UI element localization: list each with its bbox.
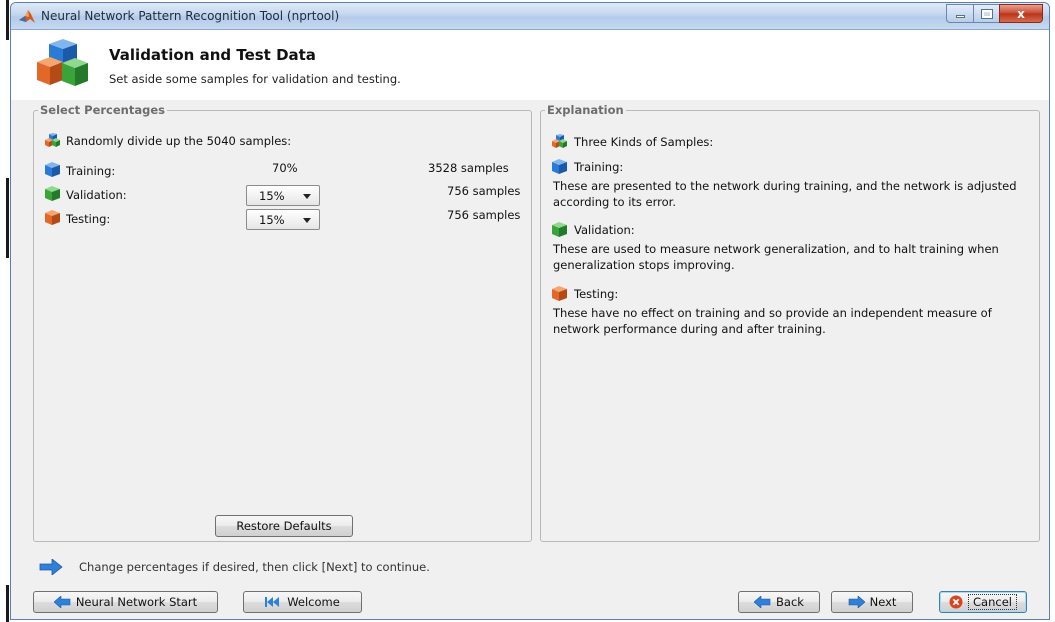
minimize-icon	[955, 15, 965, 18]
cancel-button[interactable]: Cancel	[939, 591, 1027, 613]
neural-network-start-button[interactable]: Neural Network Start	[33, 591, 218, 613]
cancel-icon	[949, 595, 963, 609]
hint-text: Change percentages if desired, then clic…	[79, 560, 430, 574]
blue-cube-icon	[552, 159, 567, 174]
back-button[interactable]: Back	[738, 591, 820, 613]
testing-percent-dropdown[interactable]: 15%	[246, 209, 320, 230]
explanation-validation-text: These are used to measure network genera…	[553, 242, 999, 272]
explanation-intro: Three Kinds of Samples:	[574, 135, 714, 149]
chevron-down-icon	[303, 194, 311, 199]
rewind-icon	[265, 597, 280, 607]
next-button[interactable]: Next	[831, 591, 913, 613]
testing-samples: 756 samples	[447, 208, 521, 222]
close-button[interactable]: x	[999, 4, 1043, 23]
explanation-panel: Explanation Three Kinds of Samples: Trai…	[540, 103, 1040, 542]
back-label: Back	[776, 595, 804, 609]
next-arrow-icon	[848, 596, 865, 608]
select-percentages-legend: Select Percentages	[38, 103, 167, 117]
maximize-button[interactable]	[973, 4, 999, 23]
training-label: Training:	[66, 164, 116, 178]
explanation-training-text: These are presented to the network durin…	[553, 179, 1017, 209]
maximize-icon	[980, 8, 993, 19]
explanation-training-title: Training:	[574, 160, 624, 174]
cancel-label: Cancel	[968, 594, 1017, 610]
edge-bar	[6, 585, 9, 622]
validation-percent-value: 15%	[259, 189, 285, 203]
restore-defaults-button[interactable]: Restore Defaults	[215, 515, 353, 537]
page-subtitle: Set aside some samples for validation an…	[109, 72, 401, 86]
matlab-logo-icon	[19, 10, 35, 23]
validation-percent-dropdown[interactable]: 15%	[246, 185, 320, 206]
neural-network-start-label: Neural Network Start	[75, 595, 198, 609]
right-arrow-icon	[39, 559, 63, 575]
training-percent: 70%	[272, 161, 298, 175]
welcome-label: Welcome	[287, 595, 340, 609]
title-bar[interactable]: Neural Network Pattern Recognition Tool …	[11, 3, 1049, 30]
select-percentages-panel: Select Percentages Randomly divide up th…	[33, 103, 532, 542]
green-cube-icon	[552, 222, 567, 237]
page-header: Validation and Test Data Set aside some …	[11, 30, 1049, 100]
window-title: Neural Network Pattern Recognition Tool …	[41, 9, 340, 23]
blue-cube-icon	[45, 162, 60, 177]
page-title: Validation and Test Data	[109, 46, 316, 64]
close-icon: x	[1017, 6, 1025, 21]
green-cube-icon	[45, 186, 60, 201]
chevron-down-icon	[303, 218, 311, 223]
three-cubes-small-icon	[552, 134, 567, 148]
testing-label: Testing:	[66, 212, 111, 226]
three-cubes-icon	[37, 39, 88, 86]
welcome-button[interactable]: Welcome	[243, 591, 362, 613]
edge-bar	[6, 0, 9, 40]
validation-samples: 756 samples	[447, 184, 521, 198]
three-cubes-small-icon	[45, 133, 60, 147]
explanation-legend: Explanation	[545, 103, 626, 117]
explanation-testing-text: These have no effect on training and so …	[553, 306, 992, 336]
training-samples: 3528 samples	[428, 161, 509, 175]
app-window: Neural Network Pattern Recognition Tool …	[10, 2, 1050, 620]
back-arrow-icon	[754, 596, 771, 608]
edge-bar	[6, 178, 9, 258]
explanation-validation-title: Validation:	[574, 223, 635, 237]
orange-cube-icon	[45, 210, 60, 225]
window-controls: x	[946, 4, 1043, 23]
next-label: Next	[869, 595, 897, 609]
validation-label: Validation:	[66, 188, 127, 202]
explanation-testing-title: Testing:	[574, 287, 619, 301]
orange-cube-icon	[552, 286, 567, 301]
client-area: Validation and Test Data Set aside some …	[11, 30, 1049, 619]
testing-percent-value: 15%	[259, 213, 285, 227]
minimize-button[interactable]	[946, 4, 973, 23]
left-edge-strip	[0, 0, 10, 622]
samples-intro: Randomly divide up the 5040 samples:	[66, 134, 292, 148]
back-arrow-icon	[53, 596, 71, 608]
